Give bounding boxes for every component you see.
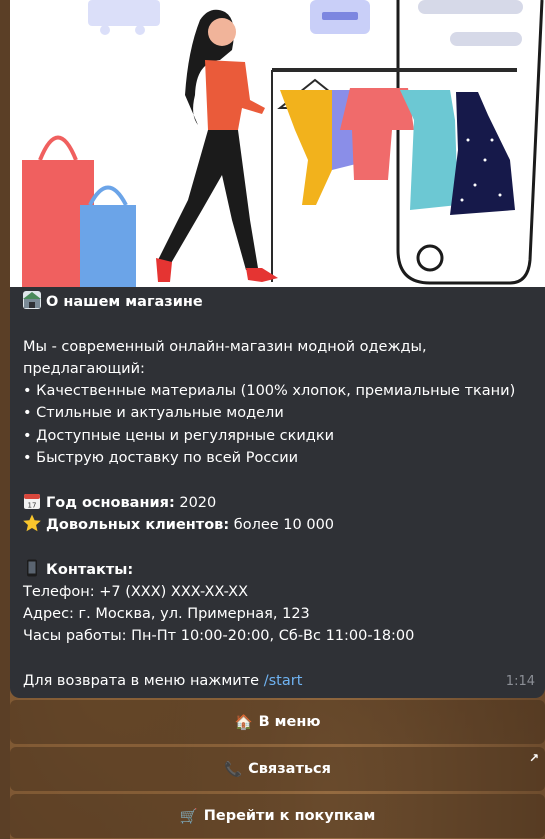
shop-button[interactable]: 🛒 Перейти к покупкам	[10, 794, 545, 838]
telephone-icon: 📞	[224, 761, 243, 778]
return-line: Для возврата в меню нажмите /start	[23, 670, 533, 692]
bullet-item: • Быструю доставку по всей России	[23, 450, 299, 467]
chat-background	[0, 0, 10, 839]
menu-button-label: В меню	[258, 714, 321, 730]
home-icon: 🏠	[234, 714, 253, 731]
shop-illustration	[10, 0, 545, 287]
contact-hours: Часы работы: Пн-Пт 10:00-20:00, Сб-Вс 11…	[23, 628, 415, 645]
external-link-icon: ↗	[528, 751, 539, 765]
contact-button[interactable]: 📞 Связаться ↗	[10, 747, 545, 791]
mobile-phone-icon	[23, 559, 41, 577]
bullet-item: • Доступные цены и регулярные скидки	[23, 427, 334, 444]
clients-value: более 10 000	[229, 516, 335, 533]
svg-text:17: 17	[28, 501, 37, 509]
contacts-label: Контакты:	[46, 561, 134, 578]
message-title-text: О нашем магазине	[46, 294, 203, 310]
founded-line: 17 Год основания: 2020	[23, 492, 533, 514]
menu-button[interactable]: 🏠 В меню	[10, 700, 545, 744]
message-title: О нашем магазине	[23, 291, 533, 313]
calendar-icon: 17	[23, 492, 41, 510]
founded-value: 2020	[174, 494, 217, 511]
clients-label: Довольных клиентов:	[46, 516, 230, 533]
star-icon	[23, 514, 41, 532]
bullet-item: • Качественные материалы (100% хлопок, п…	[23, 383, 516, 400]
founded-label: Год основания:	[46, 494, 175, 511]
contact-button-label: Связаться	[248, 761, 331, 777]
contact-address: Адрес: г. Москва, ул. Примерная, 123	[23, 606, 310, 623]
bot-message: О нашем магазине Мы - современный онлайн…	[10, 0, 545, 698]
contact-phone: Телефон: +7 (XXX) XXX-XX-XX	[23, 583, 249, 600]
intro-line-2: предлагающий:	[23, 360, 145, 377]
store-icon	[23, 291, 41, 309]
clients-line: Довольных клиентов: более 10 000	[23, 514, 533, 536]
start-command-link[interactable]: /start	[264, 673, 303, 689]
contacts-header: Контакты:	[23, 559, 533, 581]
intro-line-1: Мы - современный онлайн-магазин модной о…	[23, 338, 427, 355]
shop-button-label: Перейти к покупкам	[203, 808, 376, 824]
return-text: Для возврата в меню нажмите	[23, 673, 264, 690]
shopping-cart-icon: 🛒	[179, 808, 198, 825]
message-time: 1:14	[505, 674, 535, 689]
bullet-item: • Стильные и актуальные модели	[23, 405, 284, 422]
